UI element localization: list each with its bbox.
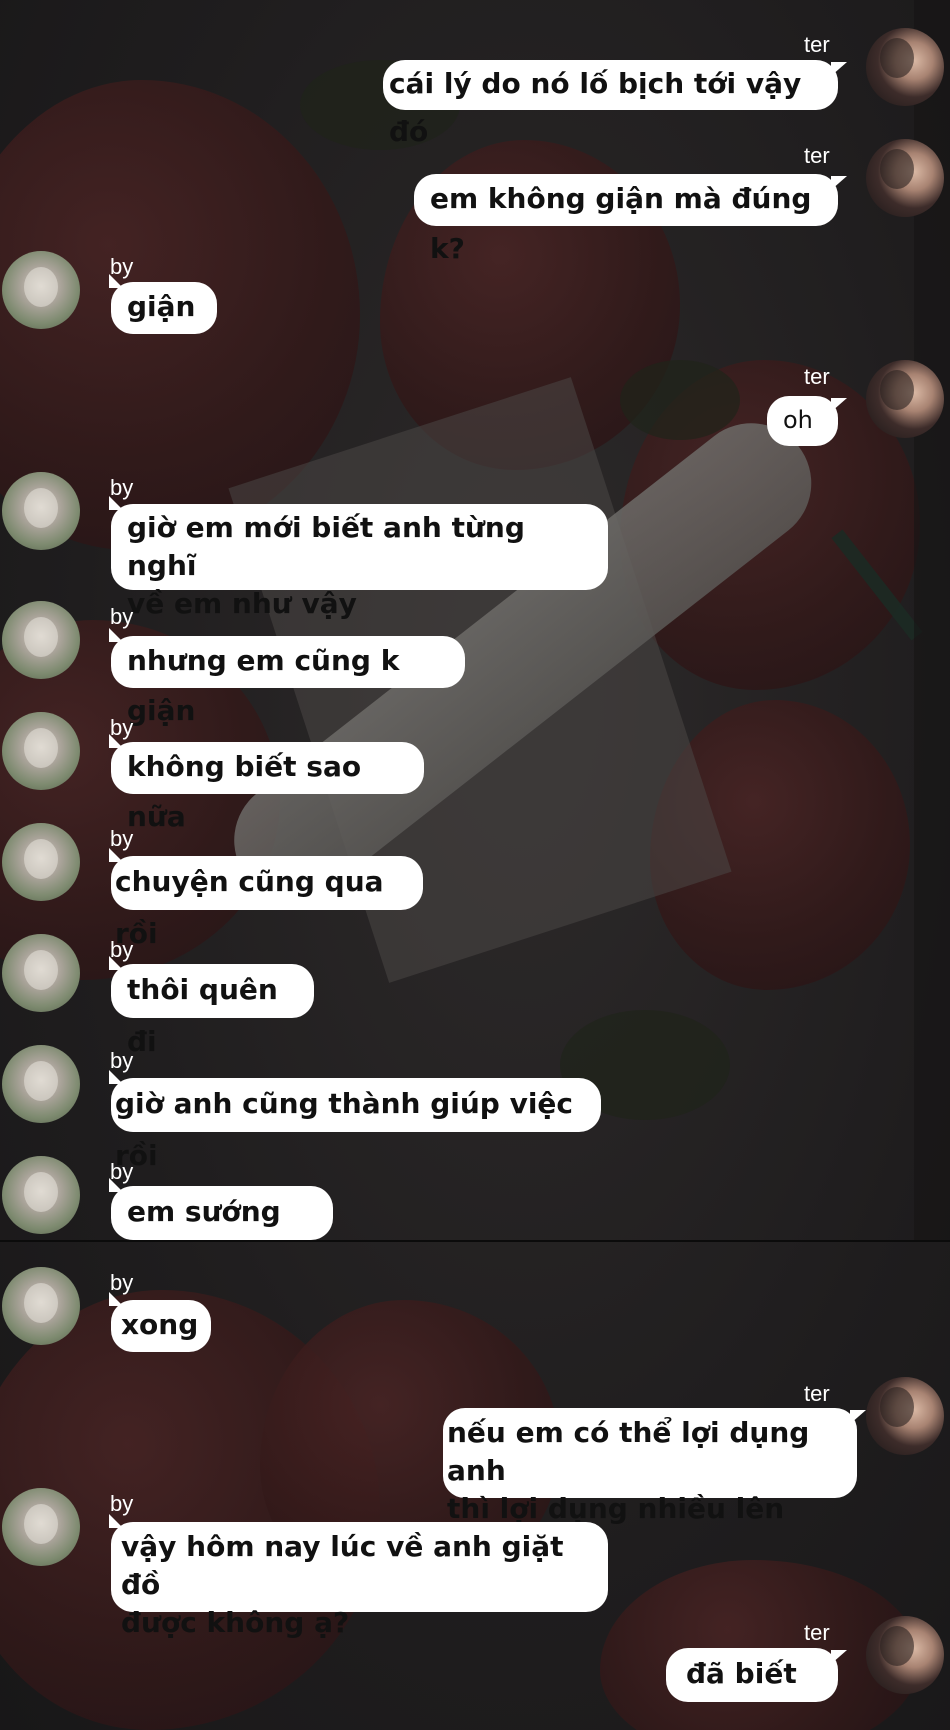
message-bubble: cái lý do nó lố bịch tới vậy đó bbox=[383, 60, 847, 148]
avatar-by[interactable] bbox=[2, 712, 80, 790]
message-bubble: đã biết bbox=[666, 1648, 847, 1702]
message-bubble: nhưng em cũng k giận bbox=[109, 628, 465, 727]
sender-name: by bbox=[110, 604, 134, 629]
sender-name: ter bbox=[804, 143, 830, 168]
avatar-by[interactable] bbox=[2, 1267, 80, 1345]
avatar-ter[interactable] bbox=[866, 1616, 944, 1694]
sender-name: ter bbox=[804, 32, 830, 57]
avatar-by[interactable] bbox=[2, 1156, 80, 1234]
message-bubble: giờ anh cũng thành giúp việc rồi bbox=[109, 1070, 601, 1172]
screenshot-seam bbox=[0, 1240, 950, 1242]
message-bubble: thôi quên đi bbox=[109, 956, 314, 1058]
message-bubble: chuyện cũng qua rồi bbox=[109, 848, 423, 950]
message-bubble: em không giận mà đúng k? bbox=[414, 174, 847, 265]
message-bubble: giận bbox=[109, 274, 217, 334]
avatar-ter[interactable] bbox=[866, 1377, 944, 1455]
message-bubble: không biết sao nữa bbox=[109, 734, 424, 833]
sender-name: ter bbox=[804, 1620, 830, 1645]
message-bubble: vậy hôm nay lúc về anh giặt đồ được khôn… bbox=[109, 1514, 608, 1639]
message-bubble: em sướng bbox=[109, 1178, 333, 1240]
avatar-by[interactable] bbox=[2, 251, 80, 329]
avatar-ter[interactable] bbox=[866, 360, 944, 438]
avatar-by[interactable] bbox=[2, 1488, 80, 1566]
avatar-by[interactable] bbox=[2, 1045, 80, 1123]
message-bubble: xong bbox=[109, 1292, 211, 1352]
sender-name: ter bbox=[804, 364, 830, 389]
avatar-ter[interactable] bbox=[866, 28, 944, 106]
avatar-by[interactable] bbox=[2, 823, 80, 901]
avatar-by[interactable] bbox=[2, 934, 80, 1012]
message-bubble: oh bbox=[767, 396, 847, 446]
sender-name: ter bbox=[804, 1381, 830, 1406]
avatar-by[interactable] bbox=[2, 601, 80, 679]
avatar-by[interactable] bbox=[2, 472, 80, 550]
message-bubble: nếu em có thể lợi dụng anh thì lợi dụng … bbox=[443, 1408, 866, 1525]
message-bubble: giờ em mới biết anh từng nghĩ về em như … bbox=[109, 496, 608, 620]
avatar-ter[interactable] bbox=[866, 139, 944, 217]
